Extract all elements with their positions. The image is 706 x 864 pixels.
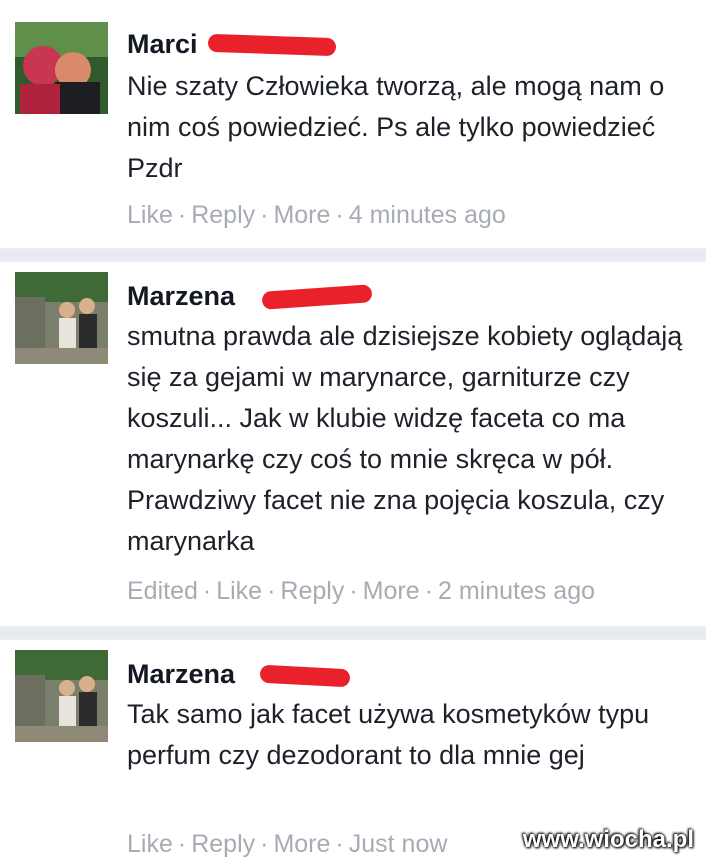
like-link[interactable]: Like: [127, 201, 173, 229]
comment-text: Tak samo jak facet używa kosmetyków typu…: [127, 699, 650, 770]
edited-label: Edited: [127, 577, 198, 605]
separator-dot: ·: [260, 830, 269, 858]
comment-divider: [0, 626, 706, 640]
timestamp: Just now: [348, 830, 448, 858]
like-link[interactable]: Like: [127, 830, 173, 858]
profile-photo: [15, 650, 108, 742]
more-link[interactable]: More: [273, 201, 330, 229]
separator-dot: ·: [260, 201, 269, 229]
separator-dot: ·: [202, 577, 212, 605]
profile-photo: [15, 272, 108, 364]
comment-1: Marci Nie szaty Człowieka tworzą, ale mo…: [0, 0, 706, 248]
separator-dot: ·: [177, 830, 187, 858]
comment-author[interactable]: Marzena: [127, 659, 235, 690]
timestamp: 2 minutes ago: [437, 577, 596, 605]
avatar[interactable]: [15, 272, 108, 364]
reply-link[interactable]: Reply: [191, 201, 255, 229]
reply-link[interactable]: Reply: [191, 830, 255, 858]
redaction-mark: [261, 284, 373, 310]
comment-text: smutna prawda ale dzisiejsze kobiety ogl…: [127, 321, 683, 556]
separator-dot: ·: [349, 577, 358, 605]
comment-author[interactable]: Marzena: [127, 281, 235, 312]
comment-actions: Edited · Like · Reply · More · 2 minutes ago: [127, 577, 595, 606]
profile-photo: [15, 22, 108, 114]
comment-actions: Like · Reply · More · Just now: [127, 830, 447, 859]
comment-text: Nie szaty Człowieka tworzą, ale mogą nam…: [127, 71, 665, 183]
watermark: www.wiocha.pl: [522, 826, 694, 853]
separator-dot: ·: [177, 201, 187, 229]
comment-2: Marzena smutna prawda ale dzisiejsze kob…: [0, 262, 706, 626]
avatar[interactable]: [15, 22, 108, 114]
redaction-mark: [259, 664, 351, 688]
separator-dot: ·: [424, 577, 433, 605]
reply-link[interactable]: Reply: [280, 577, 344, 605]
redaction-mark: [207, 33, 337, 57]
avatar[interactable]: [15, 650, 108, 742]
comment-author[interactable]: Marci: [127, 29, 198, 60]
more-link[interactable]: More: [363, 577, 420, 605]
comment-actions: Like · Reply · More · 4 minutes ago: [127, 201, 506, 230]
timestamp: 4 minutes ago: [348, 201, 506, 229]
more-link[interactable]: More: [273, 830, 330, 858]
separator-dot: ·: [335, 830, 344, 858]
like-link[interactable]: Like: [216, 577, 262, 605]
separator-dot: ·: [335, 201, 344, 229]
separator-dot: ·: [267, 577, 276, 605]
comment-divider: [0, 248, 706, 262]
